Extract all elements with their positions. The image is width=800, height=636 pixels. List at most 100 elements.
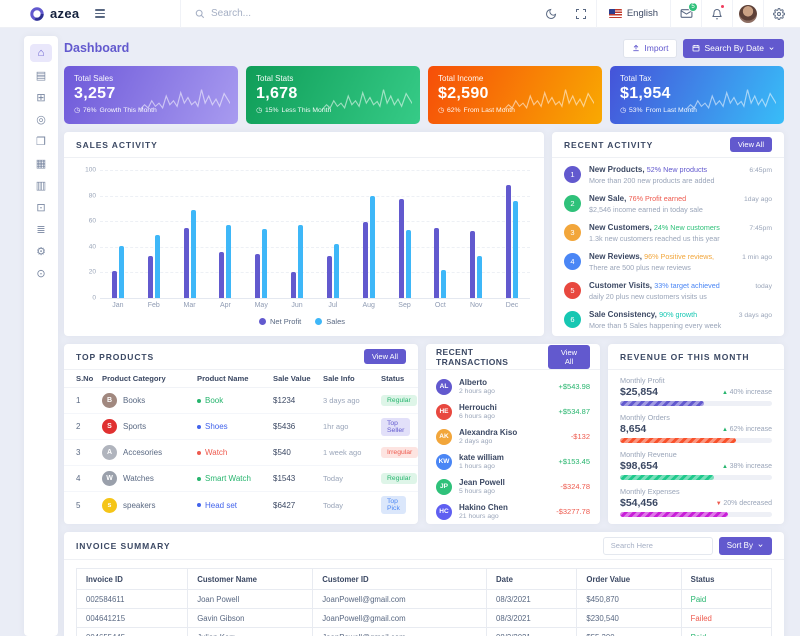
bar-net-profit[interactable] xyxy=(327,256,332,298)
legend-item-sales[interactable]: Sales xyxy=(315,317,345,326)
sidebar-item-list[interactable]: ≣ xyxy=(30,220,52,238)
sidebar-item-widgets[interactable]: ⊡ xyxy=(30,198,52,216)
activity-time: 1 min ago xyxy=(742,254,772,261)
language-selector[interactable]: English xyxy=(597,8,670,19)
bar-group-aug xyxy=(363,170,375,298)
settings-button[interactable] xyxy=(764,0,794,28)
moon-icon xyxy=(545,8,557,20)
bar-net-profit[interactable] xyxy=(148,256,153,298)
activity-title: Sale Consistency, 90% growth xyxy=(589,310,731,319)
bar-net-profit[interactable] xyxy=(470,231,475,298)
bar-sales[interactable] xyxy=(119,246,124,298)
bar-sales[interactable] xyxy=(226,225,231,298)
activity-subtitle: 1.3k new customers reached us this year xyxy=(589,234,741,243)
bar-net-profit[interactable] xyxy=(255,254,260,298)
product-row[interactable]: 3AAccesoriesWatch$5401 week agoIrregular xyxy=(64,440,418,466)
sidebar-item-home[interactable]: ⌂ xyxy=(30,44,52,62)
x-axis-label: Feb xyxy=(144,302,164,309)
bar-sales[interactable] xyxy=(334,244,339,298)
bar-sales[interactable] xyxy=(191,210,196,298)
sidebar-item-database[interactable]: ▤ xyxy=(30,66,52,84)
transaction-time: 2 days ago xyxy=(459,438,564,445)
legend-item-net-profit[interactable]: Net Profit xyxy=(259,317,301,326)
y-axis-tick: 60 xyxy=(76,218,96,225)
transaction-row[interactable]: AKAlexandra Kiso2 days ago-$132 xyxy=(436,424,590,449)
messages-button[interactable]: 5 xyxy=(671,0,701,28)
activity-body: New Products, 52% New productsMore than … xyxy=(589,165,741,185)
import-button[interactable]: Import xyxy=(623,39,677,58)
bar-net-profit[interactable] xyxy=(219,252,224,298)
bar-sales[interactable] xyxy=(298,225,303,298)
transaction-row[interactable]: HCHakino Chen21 hours ago-$3277.78 xyxy=(436,499,590,524)
sidebar-item-pages[interactable]: ❐ xyxy=(30,132,52,150)
revenue-value: $54,456 xyxy=(620,497,658,509)
transaction-row[interactable]: JPJean Powell5 hours ago-$324.78 xyxy=(436,474,590,499)
bar-sales[interactable] xyxy=(477,256,482,298)
transaction-body: Herrouchi6 hours ago xyxy=(459,403,552,420)
bar-net-profit[interactable] xyxy=(434,228,439,298)
bar-net-profit[interactable] xyxy=(399,199,404,298)
sparkline xyxy=(140,84,230,116)
product-row[interactable]: 5sspeakersHead set$6427TodayTop Pick xyxy=(64,492,418,518)
products-view-all-button[interactable]: View All xyxy=(364,349,406,364)
logo[interactable]: azea xyxy=(0,6,180,21)
bar-sales[interactable] xyxy=(262,229,267,298)
search-input[interactable] xyxy=(211,8,411,19)
search-by-date-button[interactable]: Search By Date xyxy=(683,39,784,58)
invoice-search-input[interactable] xyxy=(603,537,713,555)
activity-item[interactable]: 3New Customers, 24% New customers1.3k ne… xyxy=(564,220,772,249)
invoice-row[interactable]: 004641215Gavin GibsonJoanPowell@gmail.co… xyxy=(77,609,772,628)
revenue-line: $25,854▲ 40% increase xyxy=(620,386,772,398)
bar-net-profit[interactable] xyxy=(291,272,296,298)
sidebar-item-apps[interactable]: ⊞ xyxy=(30,88,52,106)
product-row[interactable]: 1BBooksBook$12343 days agoRegular xyxy=(64,388,418,414)
transaction-row[interactable]: HEHerrouchi6 hours ago+$534.87 xyxy=(436,399,590,424)
product-category-label: Books xyxy=(123,396,145,405)
activity-item[interactable]: 4New Reviews, 96% Positive reviews,There… xyxy=(564,249,772,278)
transactions-title: RECENT TRANSACTIONS xyxy=(436,347,548,367)
bar-net-profit[interactable] xyxy=(112,271,117,298)
sidebar-item-globe[interactable]: ◎ xyxy=(30,110,52,128)
x-axis-label: Oct xyxy=(430,302,450,309)
x-axis-label: Jul xyxy=(323,302,343,309)
product-row[interactable]: 2SSportsShoes$54361hr agoTop Seller xyxy=(64,414,418,440)
bar-sales[interactable] xyxy=(406,230,411,298)
bar-sales[interactable] xyxy=(513,201,518,298)
x-axis-label: Nov xyxy=(466,302,486,309)
activity-view-all-button[interactable]: View All xyxy=(730,137,772,152)
profile-button[interactable] xyxy=(733,0,763,28)
activity-highlight: 24% New customers xyxy=(654,223,720,232)
notifications-button[interactable] xyxy=(702,0,732,28)
activity-item[interactable]: 6Sale Consistency, 90% growthMore than 5… xyxy=(564,307,772,336)
activity-item[interactable]: 1New Products, 52% New productsMore than… xyxy=(564,162,772,191)
bar-sales[interactable] xyxy=(370,196,375,298)
activity-item[interactable]: 5Customer Visits, 33% target achieveddai… xyxy=(564,278,772,307)
bar-net-profit[interactable] xyxy=(363,222,368,298)
bar-net-profit[interactable] xyxy=(184,228,189,298)
invoice-title: INVOICE SUMMARY xyxy=(76,541,170,551)
sidebar-item-package[interactable]: ▥ xyxy=(30,176,52,194)
transaction-row[interactable]: KWkate william1 hours ago+$153.45 xyxy=(436,449,590,474)
sidebar-item-info[interactable]: ⊙ xyxy=(30,264,52,282)
transaction-amount: +$543.98 xyxy=(559,382,591,391)
sort-by-button[interactable]: Sort By xyxy=(719,537,772,555)
fullscreen-button[interactable] xyxy=(566,0,596,28)
legend-dot xyxy=(259,318,266,325)
sidebar-item-settings[interactable]: ⚙ xyxy=(30,242,52,260)
bar-group-mar xyxy=(184,170,196,298)
activity-item[interactable]: 2New Sale, 76% Profit earned$2,546 incom… xyxy=(564,191,772,220)
revenue-item: Monthly Profit$25,854▲ 40% increase xyxy=(620,376,772,413)
sidebar-item-gift[interactable]: ▦ xyxy=(30,154,52,172)
transaction-row[interactable]: ALAlberto2 hours ago+$543.98 xyxy=(436,374,590,399)
invoice-row[interactable]: 002584611Joan PowellJoanPowell@gmail.com… xyxy=(77,590,772,609)
transactions-view-all-button[interactable]: View All xyxy=(548,345,590,369)
invoice-row[interactable]: 004655445Julian KerrJoanPowell@gmail.com… xyxy=(77,628,772,636)
bar-sales[interactable] xyxy=(441,270,446,298)
menu-toggle-icon[interactable] xyxy=(95,9,105,18)
activity-highlight: 90% growth xyxy=(659,310,697,319)
product-row[interactable]: 4WWatchesSmart Watch$1543TodayRegular xyxy=(64,466,418,492)
dark-mode-button[interactable] xyxy=(536,0,566,28)
bar-net-profit[interactable] xyxy=(506,185,511,298)
bar-sales[interactable] xyxy=(155,235,160,298)
bell-icon xyxy=(711,8,723,20)
